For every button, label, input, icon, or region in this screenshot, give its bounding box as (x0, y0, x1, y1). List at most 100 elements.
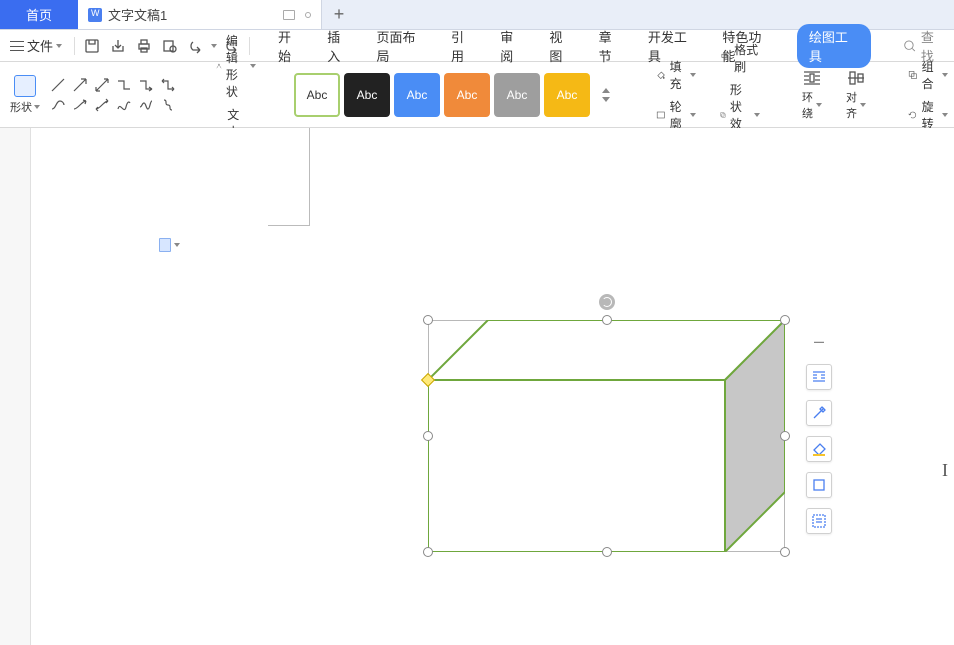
collapse-toolbar-button[interactable]: – (806, 328, 832, 354)
chevron-down-icon (690, 113, 696, 117)
paste-options-button[interactable] (159, 238, 180, 252)
style-swatch-blue[interactable]: Abc (394, 73, 440, 117)
insert-shape-label: 形状 (10, 99, 32, 115)
shape-shadow-button[interactable] (806, 472, 832, 498)
resize-handle-se[interactable] (780, 547, 790, 557)
style-swatch-yellow[interactable]: Abc (544, 73, 590, 117)
rotate-icon (908, 108, 918, 122)
wrap-icon (802, 69, 822, 87)
align-icon (846, 69, 866, 87)
style-swatch-gray[interactable]: Abc (494, 73, 540, 117)
tab-home[interactable]: 首页 (0, 0, 78, 29)
menu-bar: 文件 开始 插入 页面布局 引用 审阅 视图 章节 开发工具 特色功能 绘图工具… (0, 30, 954, 62)
shape-icon (14, 75, 36, 97)
curve-arrow-icon[interactable] (70, 95, 90, 115)
chevron-down-icon (942, 73, 948, 77)
elbow-double-arrow-icon[interactable] (158, 75, 178, 95)
align-button[interactable]: 对齐 (846, 69, 866, 121)
file-menu[interactable]: 文件 (10, 36, 62, 55)
scribble-icon[interactable] (136, 95, 156, 115)
shape-side-toolbar: – (806, 328, 832, 534)
arrow-shape-icon[interactable] (70, 75, 90, 95)
shape-properties-button[interactable] (806, 508, 832, 534)
insert-shape-button[interactable]: 形状 (8, 75, 42, 115)
menu-chapter[interactable]: 章节 (599, 27, 624, 65)
menu-insert[interactable]: 插入 (327, 27, 352, 65)
style-swatch-outline[interactable]: Abc (294, 73, 340, 117)
layout-options-button[interactable] (806, 364, 832, 390)
format-painter-icon (720, 51, 730, 65)
menu-review[interactable]: 审阅 (500, 27, 525, 65)
resize-handle-w[interactable] (423, 431, 433, 441)
save-button[interactable] (81, 35, 103, 57)
chevron-down-icon (34, 105, 40, 109)
chevron-down-icon (860, 103, 866, 107)
ribbon-group-fill: 填充 轮廓 (656, 58, 696, 132)
page[interactable]: – I (30, 128, 954, 645)
freeform-icon[interactable] (114, 95, 134, 115)
resize-handle-s[interactable] (602, 547, 612, 557)
ribbon-group-shapes: 形状 (8, 75, 178, 115)
outline-button[interactable]: 轮廓 (656, 98, 696, 132)
tab-options-icon[interactable] (305, 12, 311, 18)
outline-label: 轮廓 (670, 98, 686, 132)
menu-view[interactable]: 视图 (549, 27, 574, 65)
shape-outline-button[interactable] (806, 400, 832, 426)
format-painter-label: 格式刷 (734, 41, 760, 75)
style-gallery-more[interactable] (598, 73, 614, 117)
chevron-down-icon (690, 73, 696, 77)
paint-bucket-icon (656, 68, 666, 82)
chevron-down-icon (816, 103, 822, 107)
resize-handle-n[interactable] (602, 315, 612, 325)
resize-handle-nw[interactable] (423, 315, 433, 325)
file-menu-label: 文件 (27, 36, 53, 55)
document-area: – I (0, 128, 954, 645)
line-shape-icon[interactable] (48, 75, 68, 95)
search-icon (903, 39, 917, 53)
paste-options-icon (159, 238, 171, 252)
edit-shape-label: 编辑形状 (226, 32, 246, 100)
edit-points-icon (216, 59, 222, 73)
double-arrow-icon[interactable] (92, 75, 112, 95)
chevron-down-icon (250, 64, 256, 68)
shape-style-gallery: Abc Abc Abc Abc Abc Abc (294, 73, 614, 117)
print-button[interactable] (133, 35, 155, 57)
margin-guide (268, 128, 310, 226)
export-button[interactable] (107, 35, 129, 57)
rotation-handle[interactable] (599, 294, 615, 310)
resize-handle-sw[interactable] (423, 547, 433, 557)
resize-handle-ne[interactable] (780, 315, 790, 325)
tab-home-label: 首页 (26, 5, 52, 24)
menu-ref[interactable]: 引用 (451, 27, 476, 65)
ribbon-group-arrange: 组合 旋转 (908, 58, 948, 132)
shape-fill-button[interactable] (806, 436, 832, 462)
cube-shape[interactable] (428, 320, 785, 552)
presentation-mode-icon[interactable] (283, 10, 295, 20)
format-painter-button[interactable]: 格式刷 (720, 41, 760, 75)
elbow-connector-icon[interactable] (114, 75, 134, 95)
undo-button[interactable] (185, 35, 207, 57)
menu-start[interactable]: 开始 (278, 27, 303, 65)
chevron-down-icon (754, 113, 760, 117)
style-swatch-black[interactable]: Abc (344, 73, 390, 117)
curve-connector-icon[interactable] (48, 95, 68, 115)
curve-double-arrow-icon[interactable] (92, 95, 112, 115)
elbow-arrow-icon[interactable] (136, 75, 156, 95)
rotate-label: 旋转 (922, 98, 938, 132)
outline-icon (656, 108, 666, 122)
chevron-down-icon (942, 113, 948, 117)
resize-handle-e[interactable] (780, 431, 790, 441)
s-curve-icon[interactable] (158, 95, 178, 115)
fill-button[interactable]: 填充 (656, 58, 696, 92)
group-button[interactable]: 组合 (908, 58, 948, 92)
selected-shape[interactable] (428, 320, 785, 552)
ribbon: 形状 编辑形状 文本框 Abc (0, 62, 954, 128)
wrap-button[interactable]: 环绕 (802, 69, 822, 121)
edit-shape-button[interactable]: 编辑形状 (216, 32, 256, 100)
menu-drawing-tools[interactable]: 绘图工具 (797, 24, 871, 68)
print-preview-button[interactable] (159, 35, 181, 57)
menu-page[interactable]: 页面布局 (376, 27, 426, 65)
shape-gallery[interactable] (48, 75, 178, 115)
style-swatch-orange[interactable]: Abc (444, 73, 490, 117)
rotate-button[interactable]: 旋转 (908, 98, 948, 132)
